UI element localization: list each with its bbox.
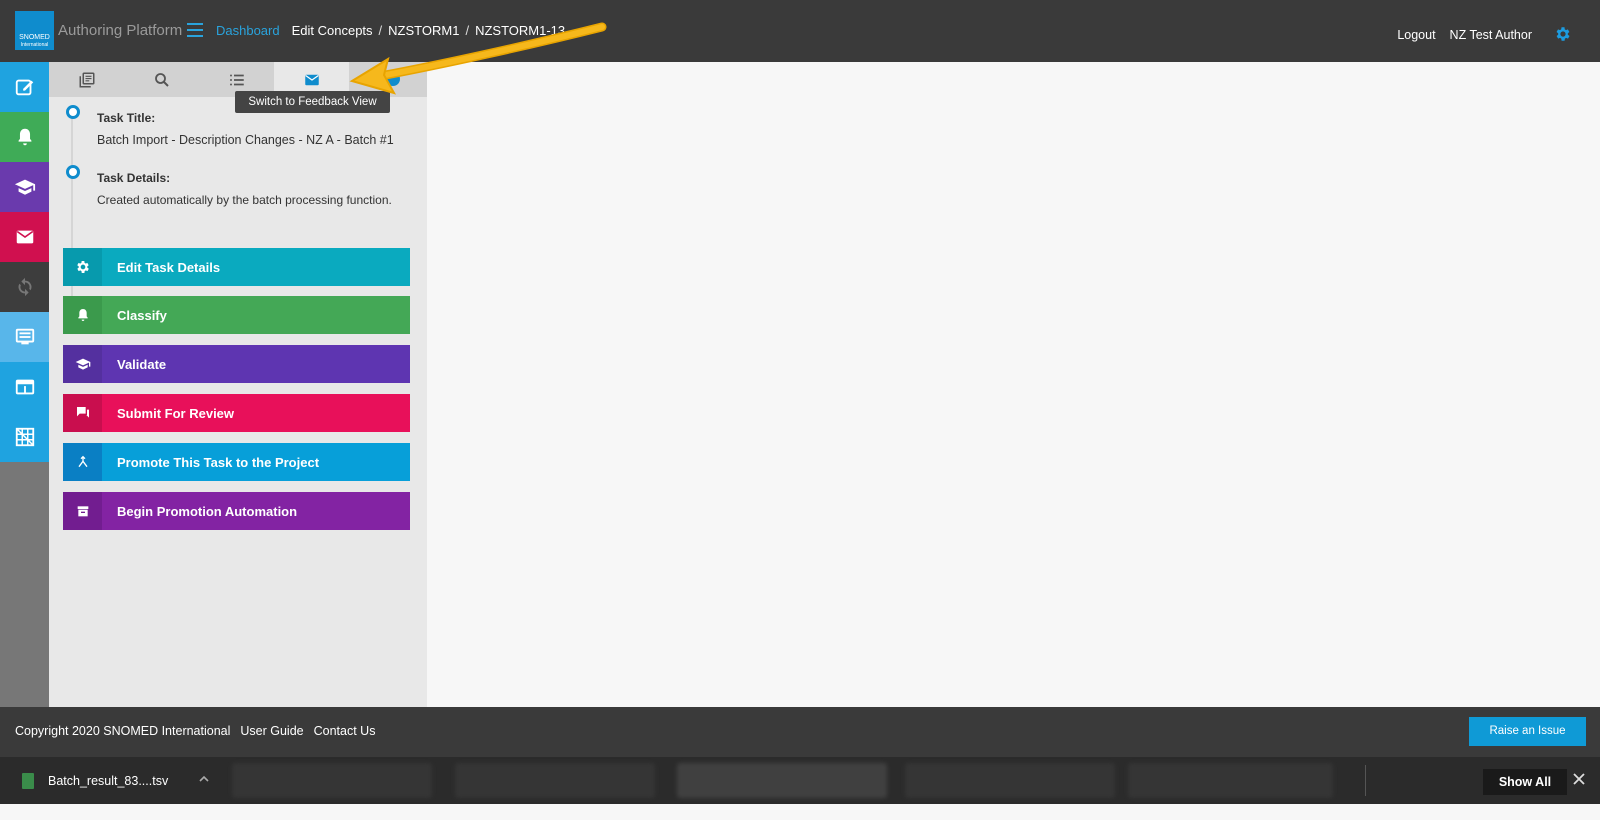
app-title: Authoring Platform [58,22,183,39]
nav-window[interactable] [0,362,49,412]
download-item[interactable]: Batch_result_83....tsv [0,757,229,804]
info-icon[interactable] [386,72,400,86]
downloads-bar: Batch_result_83....tsv Show All [0,757,1600,804]
task-title-value: Batch Import - Description Changes - NZ … [97,133,394,147]
user-guide-link[interactable]: User Guide [240,724,303,738]
gear-icon [63,248,102,286]
grid-icon [15,427,34,447]
submit-for-review-button[interactable]: Submit For Review [63,394,410,432]
settings-gear-icon[interactable] [1554,25,1572,43]
tab-library[interactable] [49,62,124,97]
footer-links: Copyright 2020 SNOMED International User… [15,724,375,738]
promote-task-button[interactable]: Promote This Task to the Project [63,443,410,481]
pencil-square-icon [15,79,33,96]
sync-icon [18,277,31,297]
raise-issue-button[interactable]: Raise an Issue [1469,717,1586,746]
library-icon [79,72,94,87]
mortarboard-icon [14,179,35,195]
action-label: Promote This Task to the Project [117,454,320,470]
nav-sync[interactable] [0,262,49,312]
task-panel: Task Title: Batch Import - Description C… [49,62,427,720]
action-label: Classify [117,307,167,323]
task-details-value: Created automatically by the batch proce… [97,193,392,207]
footer: Copyright 2020 SNOMED International User… [0,707,1600,757]
user-name[interactable]: NZ Test Author [1450,28,1532,42]
task-details-label: Task Details: [97,171,171,185]
breadcrumb-separator: / [465,23,470,38]
close-icon[interactable] [1572,772,1586,786]
task-title-label: Task Title: [97,111,156,125]
list-icon [229,74,244,85]
edit-task-details-button[interactable]: Edit Task Details [63,248,410,286]
breadcrumb-project[interactable]: NZSTORM1 [388,23,459,38]
logo-text: SNOMED [19,34,50,41]
nav-validate[interactable] [0,162,49,212]
top-bar: SNOMED International Authoring Platform … [0,0,1600,62]
breadcrumb-separator: / [378,23,383,38]
action-label: Validate [117,356,167,372]
breadcrumb-edit-concepts[interactable]: Edit Concepts [292,23,373,38]
download-file-name: Batch_result_83....tsv [48,773,169,788]
action-label: Begin Promotion Automation [117,503,298,519]
envelope-icon [16,230,33,244]
blurred-download-item[interactable] [232,763,432,798]
breadcrumb-task[interactable]: NZSTORM1-13 [475,23,565,38]
nav-list-view[interactable] [0,312,49,362]
blurred-download-item[interactable] [677,763,887,798]
contact-us-link[interactable]: Contact Us [314,724,376,738]
nav-edit[interactable] [0,62,49,112]
blurred-download-item[interactable] [1128,763,1333,798]
action-label: Submit For Review [117,405,235,421]
blurred-download-item[interactable] [905,763,1115,798]
left-nav [0,62,49,720]
divider [1365,765,1366,796]
chevron-up-icon[interactable] [199,774,209,784]
action-label: Edit Task Details [117,259,221,275]
merge-icon [63,443,102,481]
user-area: Logout NZ Test Author [1397,28,1532,42]
feedback-envelope-icon [304,74,319,85]
timeline-dot [66,105,80,119]
mortarboard-icon [63,345,102,383]
show-all-button[interactable]: Show All [1483,769,1567,795]
hamburger-menu-icon[interactable] [187,23,203,37]
feedback-view-tooltip: Switch to Feedback View [235,91,390,113]
copyright-text: Copyright 2020 SNOMED International [15,724,231,738]
timeline-dot [66,165,80,179]
blurred-download-item[interactable] [455,763,655,798]
breadcrumb: Dashboard Edit Concepts / NZSTORM1 / NZS… [216,23,565,38]
search-icon [154,72,169,87]
snomed-logo[interactable]: SNOMED International [15,11,54,50]
file-icon [22,772,34,789]
nav-classify[interactable] [0,112,49,162]
bell-icon [63,296,102,334]
classify-button[interactable]: Classify [63,296,410,334]
window-icon [15,379,34,395]
main-content [427,62,1600,707]
list-view-icon [15,328,34,345]
logo-subtext: International [20,42,49,48]
breadcrumb-dashboard[interactable]: Dashboard [216,23,280,38]
logout-link[interactable]: Logout [1397,28,1435,42]
validate-button[interactable]: Validate [63,345,410,383]
tab-search[interactable] [124,62,199,97]
chat-icon [63,394,102,432]
begin-promotion-automation-button[interactable]: Begin Promotion Automation [63,492,410,530]
nav-grid[interactable] [0,412,49,462]
archive-icon [63,492,102,530]
bell-icon [18,128,31,146]
nav-feedback[interactable] [0,212,49,262]
